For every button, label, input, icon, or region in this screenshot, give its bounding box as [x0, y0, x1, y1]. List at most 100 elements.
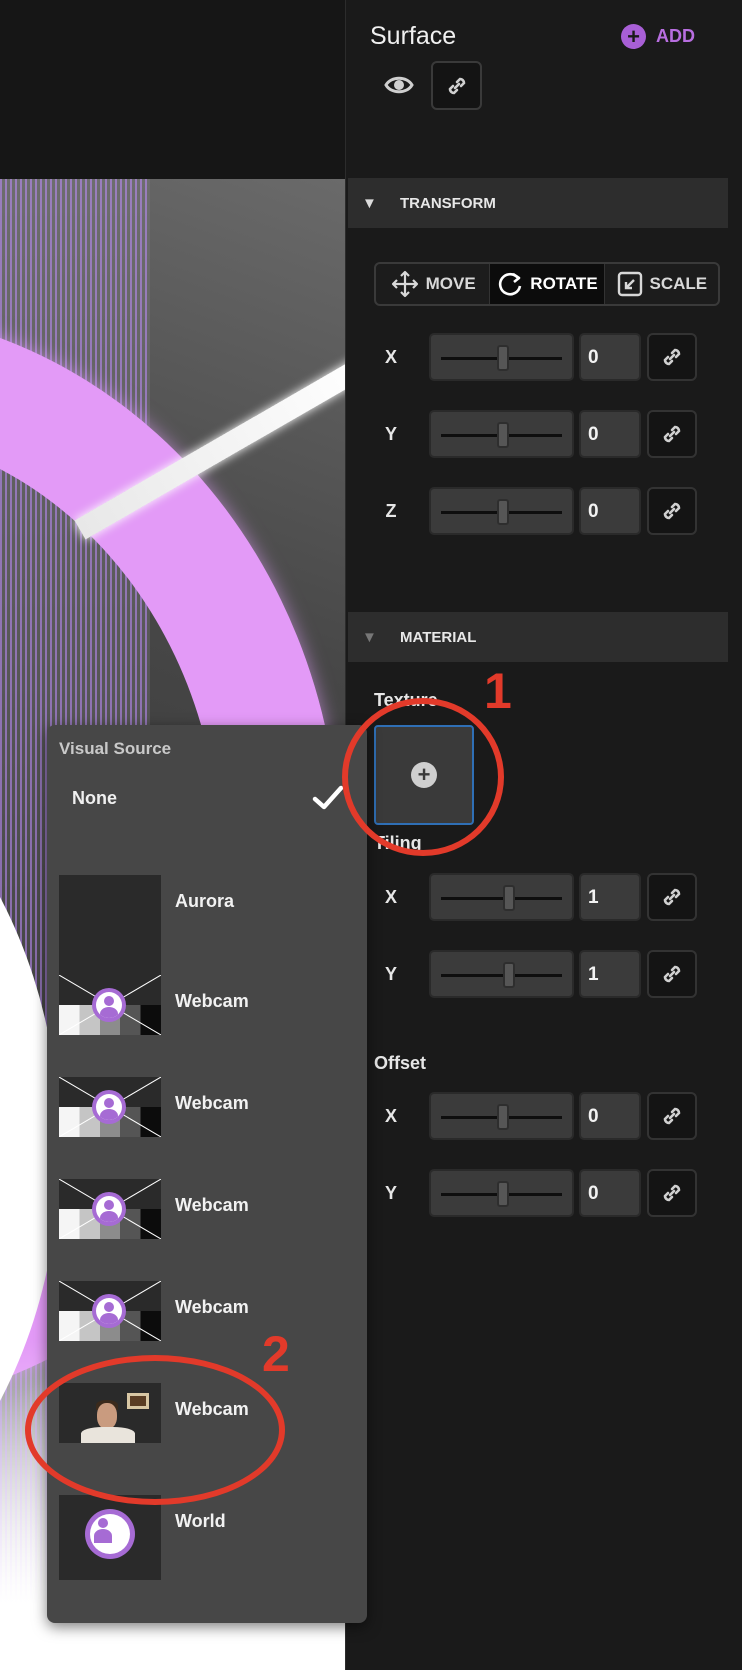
mode-rotate-label: ROTATE	[530, 274, 598, 293]
annotation-circle-2	[25, 1355, 285, 1505]
link-icon	[663, 425, 681, 443]
material-section-header[interactable]: ▼ MATERIAL	[348, 612, 728, 662]
option-label: Webcam	[175, 1297, 249, 1317]
option-label: Webcam	[175, 1093, 249, 1113]
option-label: Webcam	[175, 1195, 249, 1215]
user-avatar-icon	[92, 1090, 126, 1124]
option-label: World	[175, 1511, 226, 1531]
menu-option-webcam-3[interactable]: Webcam	[59, 1179, 359, 1279]
slider-knob[interactable]	[497, 499, 509, 525]
plus-circle-icon: +	[621, 24, 646, 49]
mode-scale-label: SCALE	[649, 274, 708, 293]
eye-icon[interactable]	[384, 74, 414, 96]
mode-rotate-button[interactable]: ROTATE	[490, 264, 605, 304]
world-thumbnail	[59, 1495, 161, 1580]
slider-knob[interactable]	[497, 1104, 509, 1130]
y-link-button[interactable]	[647, 410, 697, 458]
menu-option-world[interactable]: World	[59, 1495, 359, 1595]
axis-label: Y	[384, 1183, 397, 1203]
z-link-button[interactable]	[647, 487, 697, 535]
mode-scale-button[interactable]: SCALE	[605, 264, 718, 304]
link-icon	[663, 1107, 681, 1125]
menu-option-webcam-2[interactable]: Webcam	[59, 1077, 359, 1177]
slider-knob[interactable]	[503, 962, 515, 988]
offset-y-slider[interactable]	[429, 1169, 574, 1217]
axis-label: Y	[384, 964, 397, 984]
webcam-placeholder-thumbnail	[59, 1281, 161, 1341]
mode-move-button[interactable]: MOVE	[376, 264, 491, 304]
offset-x-link-button[interactable]	[647, 1092, 697, 1140]
offset-y-value-field[interactable]: 0	[579, 1169, 641, 1217]
move-icon	[391, 270, 418, 298]
link-icon	[663, 348, 681, 366]
tiling-y-value-field[interactable]: 1	[579, 950, 641, 998]
menu-option-webcam-1[interactable]: Webcam	[59, 975, 359, 1075]
annotation-number-2: 2	[262, 1326, 290, 1382]
tiling-row-y: Y 1	[374, 950, 719, 1000]
offset-y-link-button[interactable]	[647, 1169, 697, 1217]
app-root: Surface + ADD ▼ TRANSFORM MOVE ROTATE SC…	[0, 0, 742, 1670]
transform-row-x: X 0	[374, 333, 719, 383]
webcam-placeholder-thumbnail	[59, 975, 161, 1035]
user-avatar-icon	[85, 1509, 135, 1559]
option-label: Aurora	[175, 891, 235, 911]
slider-knob[interactable]	[497, 422, 509, 448]
add-button-label: ADD	[656, 26, 695, 46]
link-icon	[663, 1184, 681, 1202]
link-icon	[448, 77, 465, 94]
tiling-x-slider[interactable]	[429, 873, 574, 921]
slider-knob[interactable]	[497, 1181, 509, 1207]
link-icon	[663, 965, 681, 983]
link-toggle-button[interactable]	[431, 61, 482, 110]
menu-option-aurora[interactable]: Aurora	[59, 875, 359, 975]
transform-header-label: TRANSFORM	[400, 194, 496, 212]
axis-label: X	[384, 347, 397, 367]
annotation-circle-1	[342, 698, 504, 856]
y-slider[interactable]	[429, 410, 574, 458]
offset-label: Offset	[374, 1053, 427, 1073]
axis-label: X	[384, 1106, 397, 1126]
webcam-placeholder-thumbnail	[59, 1179, 161, 1239]
tiling-row-x: X 1	[374, 873, 719, 923]
transform-section-header[interactable]: ▼ TRANSFORM	[348, 178, 728, 228]
offset-row-x: X 0	[374, 1092, 719, 1142]
user-avatar-icon	[92, 988, 126, 1022]
axis-label: X	[384, 887, 397, 907]
z-value-field[interactable]: 0	[579, 487, 641, 535]
menu-option-none[interactable]: None	[72, 788, 117, 809]
checkmark-icon	[312, 785, 344, 810]
viewport-top-bar	[0, 0, 345, 179]
tiling-x-value-field[interactable]: 1	[579, 873, 641, 921]
tiling-x-link-button[interactable]	[647, 873, 697, 921]
transform-row-y: Y 0	[374, 410, 719, 460]
mode-move-label: MOVE	[425, 274, 476, 293]
tiling-y-slider[interactable]	[429, 950, 574, 998]
user-avatar-icon	[92, 1294, 126, 1328]
x-value-field[interactable]: 0	[579, 333, 641, 381]
y-value-field[interactable]: 0	[579, 410, 641, 458]
webcam-placeholder-thumbnail	[59, 1077, 161, 1137]
offset-row-y: Y 0	[374, 1169, 719, 1219]
offset-x-value-field[interactable]: 0	[579, 1092, 641, 1140]
collapse-triangle-icon: ▼	[362, 194, 377, 212]
material-header-label: MATERIAL	[400, 628, 477, 646]
axis-label: Z	[385, 501, 397, 521]
link-icon	[663, 888, 681, 906]
annotation-number-1: 1	[484, 663, 512, 719]
z-slider[interactable]	[429, 487, 574, 535]
offset-x-slider[interactable]	[429, 1092, 574, 1140]
aurora-thumbnail	[59, 875, 161, 975]
x-link-button[interactable]	[647, 333, 697, 381]
slider-knob[interactable]	[503, 885, 515, 911]
add-button[interactable]: + ADD	[621, 24, 695, 49]
scale-icon	[617, 271, 642, 297]
x-slider[interactable]	[429, 333, 574, 381]
link-icon	[663, 502, 681, 520]
panel-title: Surface	[370, 22, 457, 50]
slider-knob[interactable]	[497, 345, 509, 371]
menu-title: Visual Source	[59, 739, 172, 758]
transform-mode-group: MOVE ROTATE SCALE	[374, 262, 720, 306]
tiling-y-link-button[interactable]	[647, 950, 697, 998]
option-label: Webcam	[175, 991, 249, 1011]
user-avatar-icon	[92, 1192, 126, 1226]
